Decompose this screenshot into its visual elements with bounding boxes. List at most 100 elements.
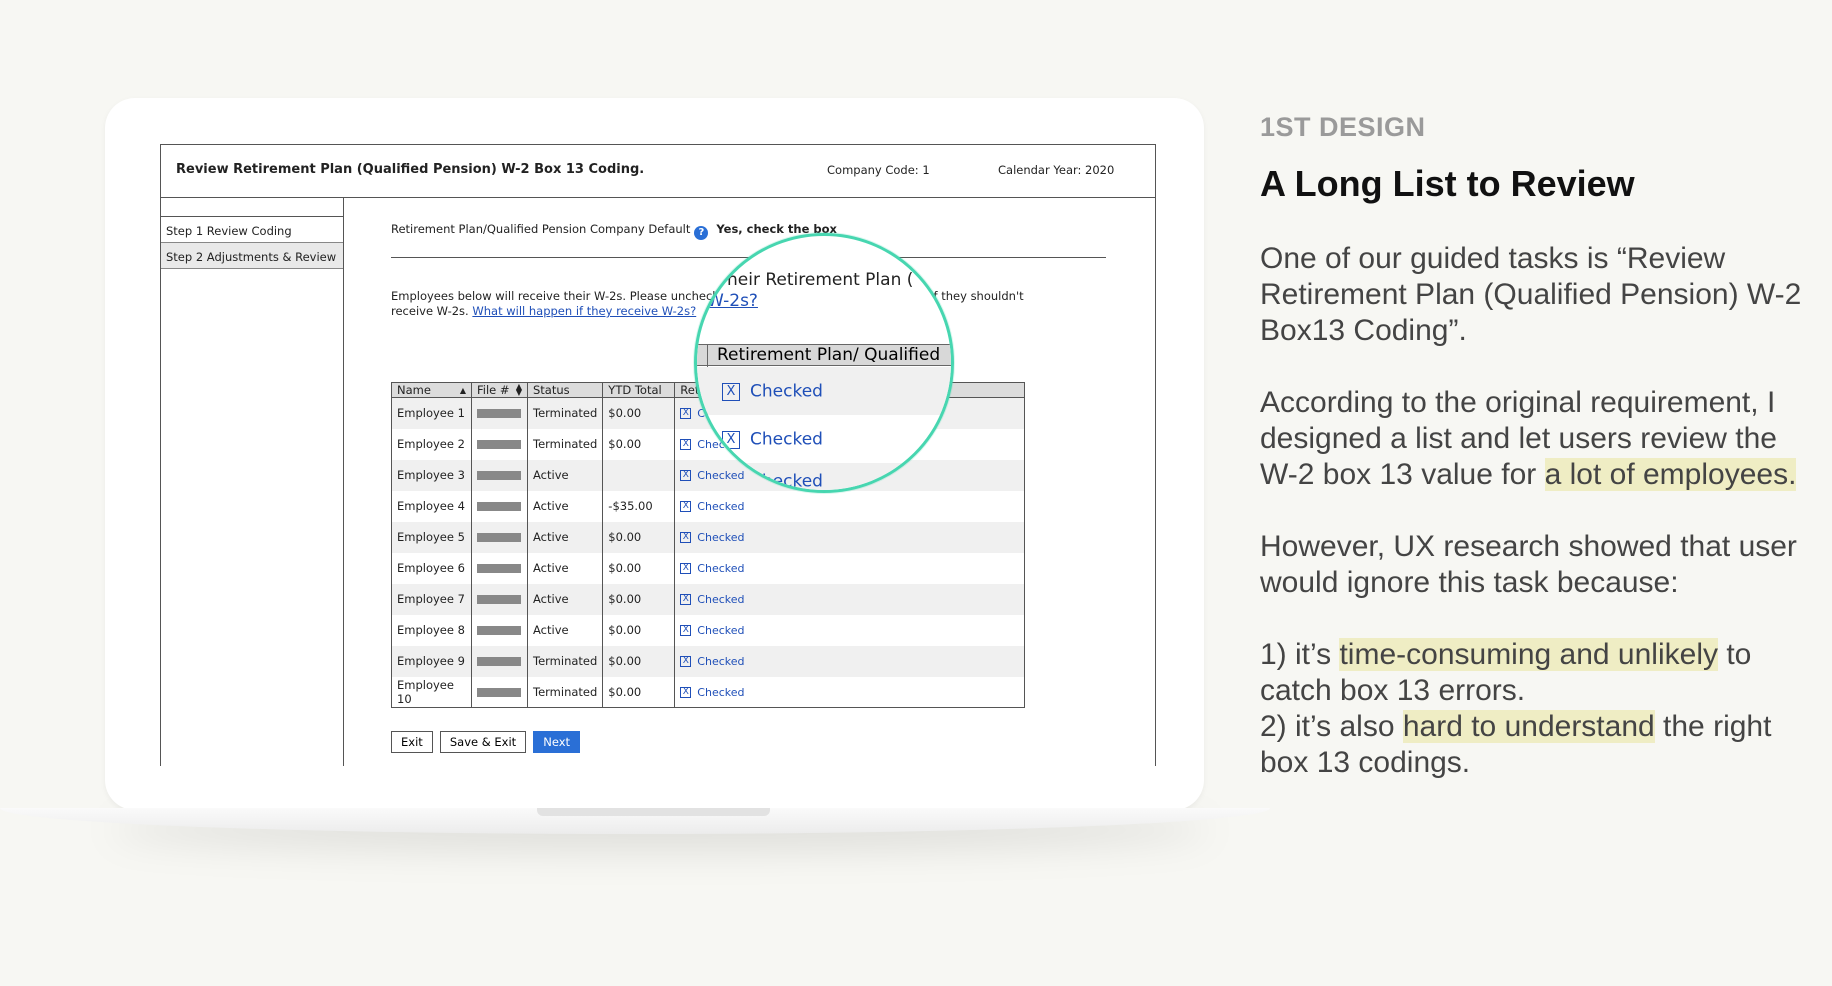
redacted-file-number	[477, 409, 521, 419]
next-button[interactable]: Next	[533, 731, 581, 753]
company-default-row: Retirement Plan/Qualified Pension Compan…	[391, 222, 837, 240]
cell-ytd: $0.00	[602, 614, 676, 646]
cell-status: Terminated	[527, 676, 604, 708]
cell-status: Active	[527, 614, 604, 646]
cell-ytd: $0.00	[602, 428, 676, 460]
checkbox-icon[interactable]: X	[680, 501, 692, 512]
cell-name: Employee 9	[391, 645, 472, 677]
magnifier-callout: heir Retirement Plan ( W-2s? Retirement …	[694, 233, 954, 493]
reason-1: 1) it’s time-consuming and unlikely to c…	[1260, 638, 1752, 707]
table-row: Employee 5 Active $0.00 X Checked	[391, 521, 1025, 553]
cell-plan[interactable]: X Checked	[674, 614, 1025, 646]
page-title: Review Retirement Plan (Qualified Pensio…	[176, 162, 645, 177]
what-happens-link[interactable]: What will happen if they receive W-2s?	[472, 304, 696, 318]
cell-plan[interactable]: X Checked	[674, 583, 1025, 615]
sort-up-icon[interactable]: ▲	[460, 386, 466, 395]
eyebrow: 1ST DESIGN	[1260, 112, 1426, 142]
col-status: Status	[527, 382, 604, 398]
table-row: Employee 8 Active $0.00 X Checked	[391, 614, 1025, 646]
cell-plan[interactable]: X Checked	[674, 552, 1025, 584]
checkbox-icon[interactable]: X	[680, 408, 692, 420]
redacted-file-number	[477, 657, 521, 666]
cell-file	[471, 583, 528, 615]
magnified-link: W-2s?	[707, 291, 758, 311]
checkbox-icon[interactable]: X	[680, 686, 692, 698]
checkbox-icon[interactable]: X	[680, 625, 692, 636]
cell-ytd	[602, 459, 676, 491]
cell-file	[471, 521, 528, 553]
cell-ytd: $0.00	[602, 397, 676, 429]
magnified-question: heir Retirement Plan (	[727, 270, 914, 290]
highlight: hard to understand	[1402, 710, 1655, 743]
laptop-notch	[537, 808, 770, 816]
checkbox-icon[interactable]: X	[680, 656, 692, 667]
cell-status: Active	[527, 583, 604, 615]
exit-button[interactable]: Exit	[391, 731, 433, 753]
redacted-file-number	[477, 687, 521, 697]
cell-name: Employee 1	[391, 397, 472, 429]
cell-status: Terminated	[527, 645, 604, 677]
checkbox-label: Checked	[697, 655, 745, 668]
checkbox-icon[interactable]: X	[680, 532, 692, 543]
highlight: time-consuming and unlikely	[1339, 638, 1718, 671]
cell-status: Active	[527, 459, 604, 491]
cell-ytd: $0.00	[602, 521, 676, 553]
table-row: Employee 10 Terminated $0.00 X Checked	[391, 676, 1025, 708]
cell-name: Employee 6	[391, 552, 472, 584]
redacted-file-number	[477, 564, 521, 573]
redacted-file-number	[477, 440, 521, 449]
cell-file	[471, 459, 528, 491]
checkbox-icon: X	[722, 382, 740, 401]
cell-status: Terminated	[527, 428, 604, 460]
table-row: Employee 7 Active $0.00 X Checked	[391, 583, 1025, 615]
case-study-text: 1ST DESIGN A Long List to Review One of …	[1260, 112, 1820, 781]
checkbox-label: Checked	[697, 562, 745, 575]
reason-list: 1) it’s time-consuming and unlikely to c…	[1260, 637, 1820, 781]
cell-ytd: $0.00	[602, 552, 676, 584]
cell-name: Employee 10	[391, 676, 472, 708]
checkbox-icon[interactable]: X	[680, 563, 692, 574]
checkbox-label: Checked	[697, 685, 745, 699]
cell-ytd: $0.00	[602, 676, 676, 708]
paragraph-3: However, UX research showed that user wo…	[1260, 530, 1797, 599]
screen-header: Review Retirement Plan (Qualified Pensio…	[161, 145, 1155, 198]
cell-name: Employee 5	[391, 521, 472, 553]
checkbox-label: Checked	[697, 624, 745, 637]
nav-step-2[interactable]: Step 2 Adjustments & Review	[161, 243, 343, 269]
table-row: Employee 4 Active -$35.00 X Checked	[391, 490, 1025, 522]
redacted-file-number	[477, 595, 521, 604]
cell-plan[interactable]: X Checked	[674, 490, 1025, 522]
cell-name: Employee 7	[391, 583, 472, 615]
cell-status: Active	[527, 521, 604, 553]
magnified-row: X Checked	[697, 463, 951, 490]
save-exit-button[interactable]: Save & Exit	[439, 731, 527, 753]
step-nav: Step 1 Review Coding Step 2 Adjustments …	[161, 198, 344, 766]
cell-status: Active	[527, 490, 604, 522]
col-file[interactable]: File # ▲ ▼	[471, 382, 528, 398]
highlight: a lot of employees.	[1544, 458, 1797, 491]
checkbox-icon[interactable]: X	[680, 594, 692, 605]
cell-plan[interactable]: X Checked	[674, 676, 1025, 708]
cell-plan[interactable]: X Checked	[674, 645, 1025, 677]
redacted-file-number	[477, 626, 521, 635]
nav-step-1[interactable]: Step 1 Review Coding	[161, 217, 343, 243]
cell-plan[interactable]: X Checked	[674, 521, 1025, 553]
table-row: Employee 9 Terminated $0.00 X Checked	[391, 645, 1025, 677]
sort-both-icon[interactable]: ▲ ▼	[516, 383, 522, 397]
cell-file	[471, 428, 528, 460]
calendar-year: Calendar Year: 2020	[998, 163, 1115, 177]
cell-file	[471, 552, 528, 584]
checkbox-icon[interactable]: X	[680, 439, 692, 450]
cell-file	[471, 614, 528, 646]
magnified-column-header: Retirement Plan/ Qualified	[697, 344, 951, 366]
checkbox-label: Checked	[697, 500, 745, 513]
company-code: Company Code: 1	[827, 163, 930, 177]
checkbox-icon: X	[722, 430, 740, 449]
cell-ytd: $0.00	[602, 645, 676, 677]
col-name[interactable]: Name ▲	[391, 382, 472, 398]
redacted-file-number	[477, 471, 521, 480]
cell-ytd: $0.00	[602, 583, 676, 615]
cell-name: Employee 3	[391, 459, 472, 491]
checkbox-icon[interactable]: X	[680, 470, 692, 481]
help-icon[interactable]: ?	[694, 226, 709, 240]
